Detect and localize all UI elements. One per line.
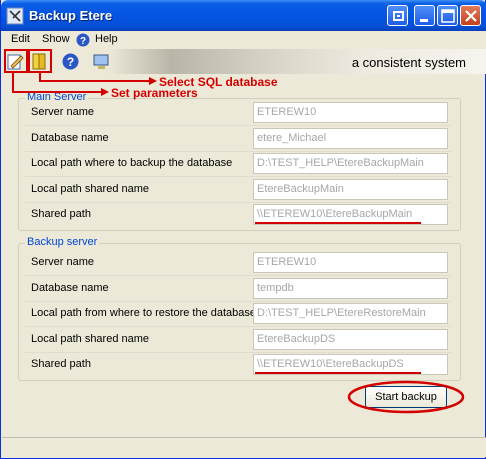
menu-bar: Edit Show ? Help: [2, 31, 486, 49]
title-bar[interactable]: Backup Etere: [1, 0, 486, 31]
svg-text:?: ?: [67, 55, 74, 69]
start-backup-button[interactable]: Start backup: [365, 386, 447, 408]
backup-server-field-4[interactable]: \\ETEREW10\EtereBackupDS: [253, 354, 448, 375]
tagline: a consistent system: [351, 55, 466, 70]
menu-show[interactable]: Show: [42, 33, 70, 45]
main-server-field-2[interactable]: D:\TEST_HELP\EtereBackupMain: [253, 153, 448, 174]
maximize-button[interactable]: [437, 5, 458, 26]
row-divider: [25, 125, 451, 126]
main-server-label-0: Server name: [31, 106, 94, 118]
row-divider: [25, 201, 451, 203]
minimize-icon: [420, 19, 428, 22]
row-divider: [25, 300, 451, 302]
backup-server-field-1[interactable]: tempdb: [253, 277, 448, 299]
main-server-field-4[interactable]: \\ETEREW10\EtereBackupMain: [253, 204, 448, 225]
set-parameters-button[interactable]: [6, 52, 25, 71]
main-server-label-1: Database name: [31, 131, 109, 144]
main-server-field-1[interactable]: etere_Michael: [253, 127, 448, 149]
row-divider: [25, 176, 451, 177]
toolbar: ? a consistent system: [2, 49, 486, 74]
backup-server-label-3: Local path shared name: [31, 332, 150, 345]
help-icon: ?: [76, 33, 90, 47]
menu-edit[interactable]: Edit: [11, 33, 30, 45]
close-icon: [465, 10, 477, 22]
backup-server-label-0: Server name: [31, 256, 94, 268]
menu-help[interactable]: Help: [95, 33, 118, 45]
main-server-title: Main Server: [25, 91, 89, 103]
row-divider: [25, 326, 451, 327]
backup-server-field-0[interactable]: ETEREW10: [253, 252, 448, 273]
main-server-label-3: Local path shared name: [31, 182, 150, 195]
main-server-field-3[interactable]: EtereBackupMain: [253, 178, 448, 200]
main-server-label-4: Shared path: [31, 208, 91, 220]
window-title: Backup Etere: [29, 8, 113, 23]
main-server-field-0[interactable]: ETEREW10: [253, 102, 448, 123]
main-server-label-2: Local path where to backup the database: [31, 157, 233, 169]
backup-server-field-2[interactable]: D:\TEST_HELP\EtereRestoreMain: [253, 303, 448, 324]
svg-text:?: ?: [80, 36, 86, 47]
backup-server-label-4: Shared path: [31, 358, 91, 370]
annotation-set-parameters: Set parameters: [111, 86, 198, 100]
restore-icon: [393, 11, 404, 21]
help-toolbar-icon[interactable]: ?: [61, 52, 80, 71]
select-sql-database-button[interactable]: [30, 52, 49, 71]
restore-button[interactable]: [387, 5, 408, 26]
app-icon: [6, 7, 24, 25]
backup-server-title: Backup server: [25, 236, 100, 248]
row-divider: [25, 351, 451, 353]
main-window: Backup Etere Edit Show ? Help ? a consis…: [0, 0, 486, 459]
status-bar: [2, 437, 486, 457]
row-divider: [25, 275, 451, 276]
backup-server-label-1: Database name: [31, 281, 109, 294]
close-button[interactable]: [460, 5, 481, 26]
monitor-icon[interactable]: [92, 52, 111, 71]
minimize-button[interactable]: [414, 5, 435, 26]
backup-server-label-2: Local path from where to restore the dat…: [31, 307, 257, 319]
maximize-icon: [441, 9, 455, 23]
row-divider: [25, 150, 451, 152]
backup-server-field-3[interactable]: EtereBackupDS: [253, 328, 448, 350]
